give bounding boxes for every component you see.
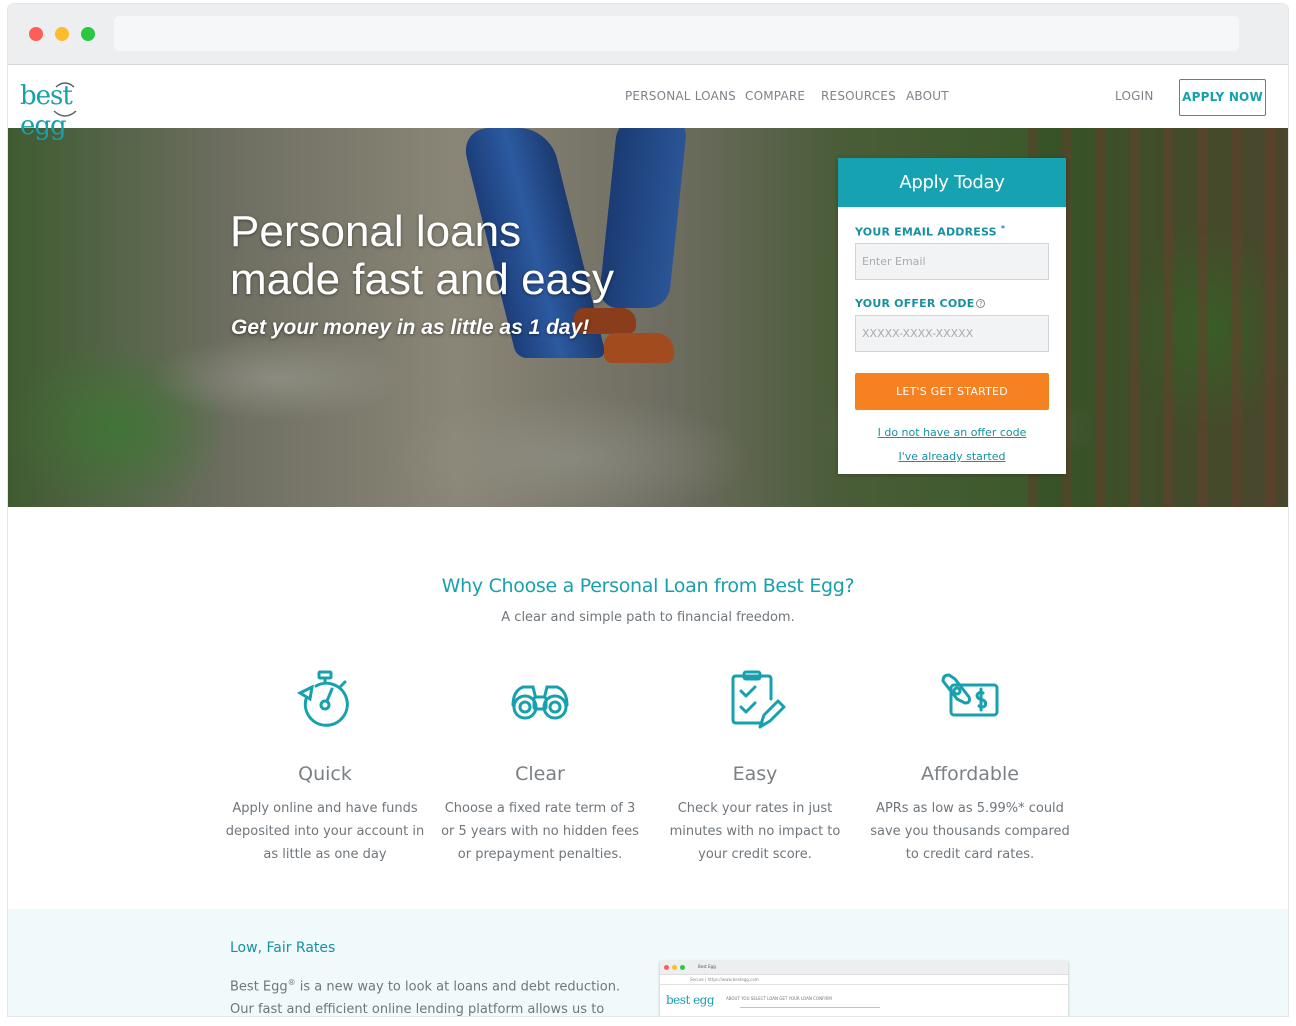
offer-code-label-text: YOUR OFFER CODE bbox=[855, 297, 975, 310]
low-fair-rates-section: Low, Fair Rates Best Egg® is a new way t… bbox=[8, 909, 1288, 1016]
preview-steps: ABOUT YOU SELECT LOAN GET YOUR LOAN CONF… bbox=[726, 996, 832, 1001]
feature-easy: Easy Check your rates in just minutes wi… bbox=[655, 669, 855, 866]
no-offer-code-link[interactable]: I do not have an offer code bbox=[838, 426, 1066, 439]
feature-title: Affordable bbox=[921, 763, 1019, 785]
site-preview-screenshot: Best Egg Secure | https://www.bestegg.co… bbox=[660, 961, 1068, 1016]
email-label-text: YOUR EMAIL ADDRESS bbox=[855, 225, 997, 239]
feature-text: Check your rates in just minutes with no… bbox=[669, 801, 841, 862]
hero-headline-line1: Personal loans bbox=[230, 207, 522, 256]
feature-text: APRs as low as 5.99%* could save you tho… bbox=[870, 801, 1070, 862]
feature-text: Apply online and have funds deposited in… bbox=[225, 801, 425, 862]
required-mark: * bbox=[1000, 224, 1006, 233]
site-header: best egg PERSONAL LOANS COMPARE RESOURCE… bbox=[8, 65, 1288, 141]
help-icon[interactable]: ? bbox=[976, 299, 986, 308]
clipboard-check-icon bbox=[731, 670, 786, 729]
offer-code-field[interactable] bbox=[855, 315, 1049, 352]
get-started-button[interactable]: LET'S GET STARTED bbox=[855, 373, 1049, 410]
hero-subheadline: Get your money in as little as 1 day! bbox=[231, 316, 590, 339]
login-link[interactable]: LOGIN bbox=[1115, 89, 1154, 103]
rates-brand: Best Egg bbox=[230, 979, 288, 995]
minimize-window-button[interactable] bbox=[55, 27, 69, 41]
browser-window: Personal loans made fast and easy Get you… bbox=[8, 4, 1288, 1016]
money-tag-icon bbox=[941, 673, 999, 717]
binoculars-icon bbox=[511, 685, 569, 720]
preview-dot bbox=[664, 965, 669, 970]
feature-text: Choose a fixed rate term of 3 or 5 years… bbox=[441, 801, 639, 862]
maximize-window-button[interactable] bbox=[81, 27, 95, 41]
hero-headline: Personal loans made fast and easy bbox=[230, 208, 660, 304]
best-egg-logo[interactable]: best egg bbox=[18, 73, 118, 141]
offer-code-label: YOUR OFFER CODE? bbox=[855, 297, 986, 310]
email-field[interactable] bbox=[855, 243, 1049, 280]
feature-title: Clear bbox=[515, 763, 565, 785]
preview-tab: Best Egg bbox=[698, 964, 716, 969]
nav-resources[interactable]: RESOURCES bbox=[821, 89, 896, 103]
apply-now-button[interactable]: APPLY NOW bbox=[1179, 79, 1266, 116]
feature-clear: Clear Choose a fixed rate term of 3 or 5… bbox=[440, 669, 640, 866]
nav-personal-loans[interactable]: PERSONAL LOANS bbox=[625, 89, 736, 103]
feature-title: Easy bbox=[732, 763, 778, 785]
preview-dot bbox=[672, 965, 677, 970]
feature-quick: Quick Apply online and have funds deposi… bbox=[225, 669, 425, 866]
registered-mark: ® bbox=[287, 978, 296, 987]
preview-progress-line bbox=[740, 1007, 880, 1008]
feature-affordable: Affordable APRs as low as 5.99%* could s… bbox=[870, 669, 1070, 866]
forest-background bbox=[1028, 128, 1288, 507]
preview-logo: best egg bbox=[666, 993, 715, 1007]
close-window-button[interactable] bbox=[29, 27, 43, 41]
logo-text: best egg bbox=[20, 81, 73, 141]
preview-dot bbox=[680, 965, 685, 970]
address-bar[interactable] bbox=[114, 16, 1239, 51]
nav-compare[interactable]: COMPARE bbox=[745, 89, 805, 103]
hero-headline-line2: made fast and easy bbox=[230, 255, 615, 304]
browser-chrome bbox=[8, 4, 1288, 65]
rates-title: Low, Fair Rates bbox=[230, 940, 336, 956]
nav-about[interactable]: ABOUT bbox=[906, 89, 949, 103]
rates-text: Best Egg® is a new way to look at loans … bbox=[230, 971, 630, 1016]
hiker-shoe-image bbox=[604, 333, 674, 363]
apply-form-card: Apply Today YOUR EMAIL ADDRESS * YOUR OF… bbox=[838, 158, 1066, 474]
section-tagline: A clear and simple path to financial fre… bbox=[501, 610, 795, 625]
hero-banner: Personal loans made fast and easy Get you… bbox=[8, 128, 1288, 507]
preview-address: Secure | https://www.bestegg.com bbox=[660, 975, 1068, 985]
stopwatch-icon bbox=[296, 670, 349, 727]
feature-title: Quick bbox=[298, 763, 352, 785]
preview-browser-bar: Best Egg bbox=[660, 961, 1068, 975]
email-label: YOUR EMAIL ADDRESS * bbox=[855, 224, 1005, 239]
section-title: Why Choose a Personal Loan from Best Egg… bbox=[441, 575, 855, 597]
apply-form-title: Apply Today bbox=[838, 158, 1066, 207]
already-started-link[interactable]: I've already started bbox=[838, 450, 1066, 463]
why-choose-section: Why Choose a Personal Loan from Best Egg… bbox=[8, 507, 1288, 909]
